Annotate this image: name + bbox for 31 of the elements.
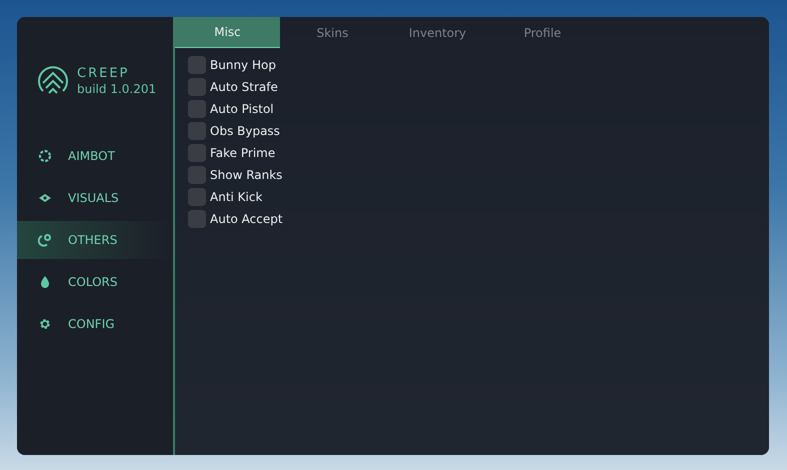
checkbox[interactable]: [188, 188, 206, 206]
ring-icon: [38, 149, 52, 163]
option-label: Show Ranks: [210, 168, 282, 182]
option-label: Bunny Hop: [210, 58, 276, 72]
checkbox[interactable]: [188, 78, 206, 96]
sidebar-item[interactable]: AIMBOT: [17, 137, 173, 175]
option-label: Obs Bypass: [210, 124, 280, 138]
tab[interactable]: Skins: [280, 17, 385, 48]
build-version: build 1.0.201: [77, 82, 156, 96]
tab[interactable]: Misc: [175, 17, 280, 48]
option-label: Fake Prime: [210, 146, 276, 160]
gear-icon: [38, 317, 52, 331]
option-label: Auto Strafe: [210, 80, 278, 94]
option-label: Anti Kick: [210, 190, 262, 204]
sidebar-item[interactable]: CONFIG: [17, 305, 173, 343]
option-label: Auto Pistol: [210, 102, 274, 116]
checkbox[interactable]: [188, 166, 206, 184]
brand-name: CREEP: [77, 66, 130, 82]
drop-icon: [38, 275, 52, 289]
checkbox[interactable]: [188, 144, 206, 162]
option-label: Auto Accept: [210, 212, 283, 226]
checkbox[interactable]: [188, 100, 206, 118]
checkbox[interactable]: [188, 56, 206, 74]
circles-icon: [38, 233, 52, 247]
sidebar-item[interactable]: VISUALS: [17, 179, 173, 217]
tab[interactable]: Profile: [490, 17, 595, 48]
checkbox[interactable]: [188, 122, 206, 140]
eye-icon: [38, 191, 52, 205]
tab[interactable]: Inventory: [385, 17, 490, 48]
sidebar-item[interactable]: COLORS: [17, 263, 173, 301]
checkbox[interactable]: [188, 210, 206, 228]
